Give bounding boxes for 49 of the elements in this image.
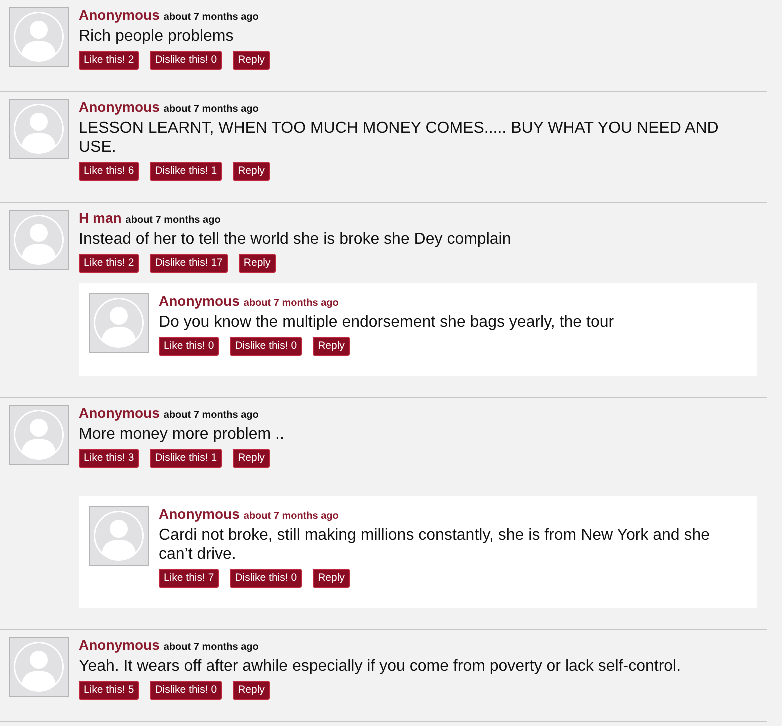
comment-text: Yeah. It wears off after awhile especially if you come from poverty or lack self-control. (79, 657, 682, 676)
comment-time: about 7 months ago (164, 410, 259, 421)
like-button[interactable]: Like this! 7 (159, 569, 220, 588)
comment-text: More money more problem .. (79, 425, 286, 444)
reply-button[interactable]: Reply (313, 569, 350, 588)
comment-time: about 7 months ago (244, 298, 339, 309)
author-name: H man (79, 210, 122, 226)
comment-text: Rich people problems (79, 27, 235, 46)
dislike-button[interactable]: Dislike this! 0 (230, 569, 302, 588)
like-button[interactable]: Like this! 3 (79, 449, 140, 468)
comment-time: about 7 months ago (164, 642, 259, 653)
like-button[interactable]: Like this! 2 (79, 51, 140, 70)
avatar-icon (89, 506, 149, 566)
dislike-button[interactable]: Dislike this! 17 (150, 254, 228, 273)
dislike-button[interactable]: Dislike this! 1 (150, 449, 222, 468)
comment-time: about 7 months ago (126, 215, 221, 226)
comment-time: about 7 months ago (244, 511, 339, 522)
author-name: Anonymous (159, 293, 240, 309)
reply-button[interactable]: Reply (233, 449, 270, 468)
like-button[interactable]: Like this! 5 (79, 681, 140, 700)
reply-button[interactable]: Reply (233, 51, 270, 70)
reply-button[interactable]: Reply (233, 681, 270, 700)
avatar-icon (9, 7, 69, 67)
like-button[interactable]: Like this! 6 (79, 162, 140, 181)
avatar-icon (9, 405, 69, 465)
reply-button[interactable]: Reply (233, 162, 270, 181)
like-button[interactable]: Like this! 0 (159, 337, 220, 356)
author-name: Anonymous (79, 405, 160, 421)
comment-text: Cardi not broke, still making millions constantly, she is from New York and she can’t drive. (159, 526, 712, 564)
comment-text: Instead of her to tell the world she is broke she Dey complain (79, 230, 512, 249)
author-name: Anonymous (159, 506, 240, 522)
like-button[interactable]: Like this! 2 (79, 254, 140, 273)
reply-button[interactable]: Reply (313, 337, 350, 356)
avatar-icon (9, 210, 69, 270)
dislike-button[interactable]: Dislike this! 0 (150, 51, 222, 70)
comment-text: Do you know the multiple endorsement she bags yearly, the tour (159, 313, 616, 332)
comment-text: LESSON LEARNT, WHEN TOO MUCH MONEY COMES..... BUY WHAT YOU NEED AND USE. (79, 119, 720, 157)
author-name: Anonymous (79, 637, 160, 653)
comment-time: about 7 months ago (164, 12, 259, 23)
dislike-button[interactable]: Dislike this! 0 (150, 681, 222, 700)
reply-button[interactable]: Reply (238, 254, 276, 273)
avatar-icon (9, 637, 69, 697)
avatar-icon (9, 99, 69, 159)
author-name: Anonymous (79, 7, 160, 23)
dislike-button[interactable]: Dislike this! 0 (230, 337, 302, 356)
dislike-button[interactable]: Dislike this! 1 (150, 162, 222, 181)
author-name: Anonymous (79, 99, 160, 115)
comment-time: about 7 months ago (164, 104, 259, 115)
avatar-icon (89, 293, 149, 353)
